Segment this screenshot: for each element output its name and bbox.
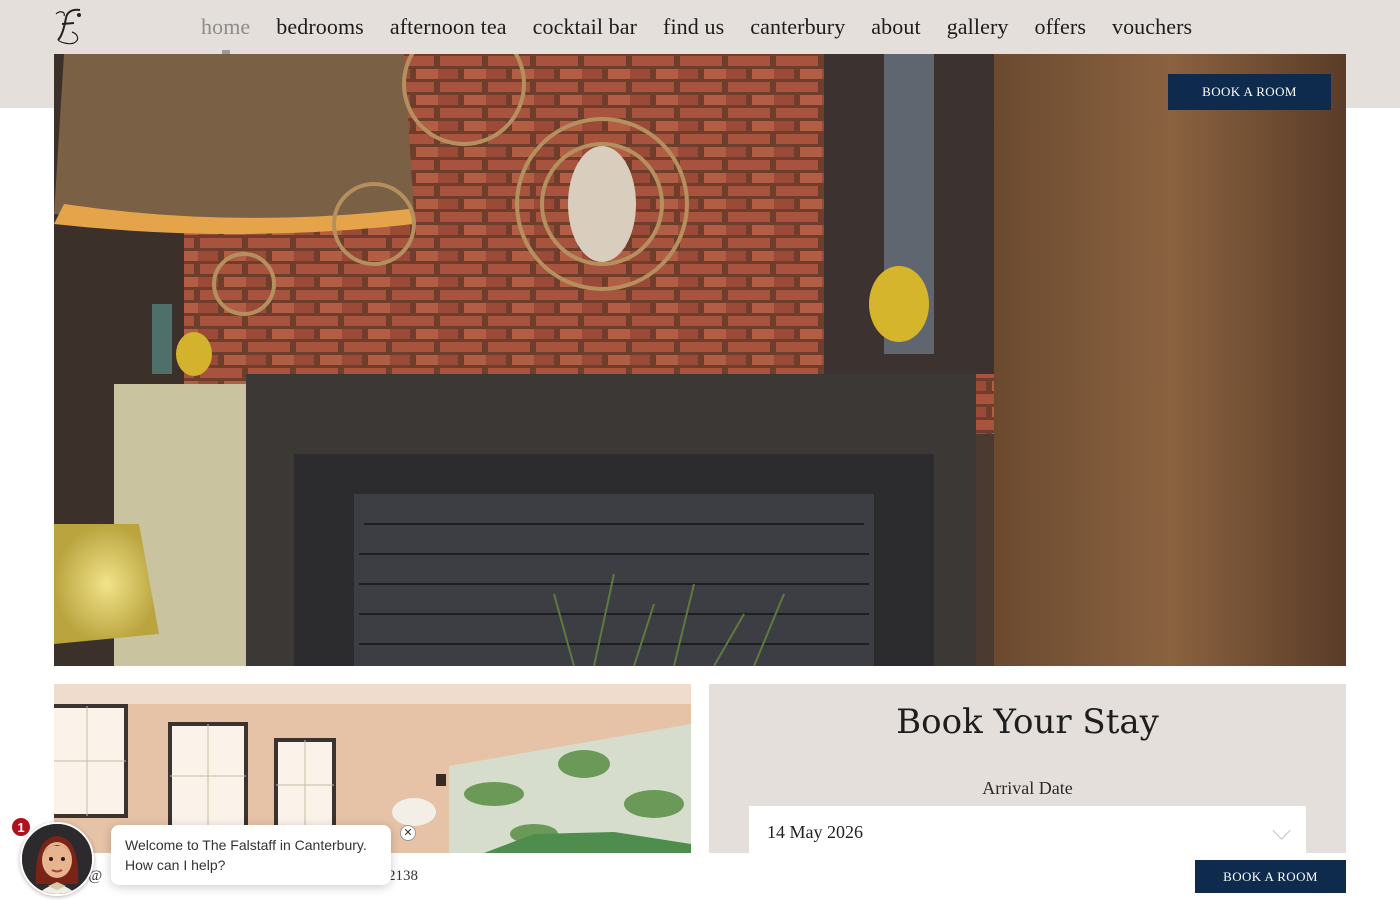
nav-offers[interactable]: offers [1021,14,1099,40]
footer-phone-link[interactable]: 2138 [388,868,418,885]
nav-home[interactable]: home [188,14,263,40]
chat-notification-badge: 1 [10,816,32,838]
arrival-date-value: 14 May 2026 [767,822,863,842]
close-icon[interactable]: ✕ [400,825,416,841]
nav-bedrooms[interactable]: bedrooms [263,14,377,40]
falstaff-logo[interactable] [52,6,86,46]
nav-cocktail-bar[interactable]: cocktail bar [520,14,650,40]
chat-message-line1: Welcome to The Falstaff in Canterbury. [125,837,367,853]
booking-title: Book Your Stay [896,702,1159,742]
chat-message-line2: How can I help? [125,857,226,873]
main-nav: home bedrooms afternoon tea cocktail bar… [188,10,1205,44]
nav-gallery[interactable]: gallery [934,14,1022,40]
hero-image-fireplace [54,54,1346,666]
chat-welcome-bubble[interactable]: Welcome to The Falstaff in Canterbury. H… [111,825,391,885]
footer-book-room-button[interactable]: BOOK A ROOM [1195,860,1346,893]
nav-vouchers[interactable]: vouchers [1099,14,1205,40]
nav-find-us[interactable]: find us [650,14,737,40]
arrival-date-select[interactable]: 14 May 2026 [749,806,1306,853]
nav-canterbury[interactable]: canterbury [737,14,858,40]
nav-about[interactable]: about [858,14,933,40]
hero-book-room-button[interactable]: BOOK A ROOM [1168,74,1331,110]
chevron-down-icon [1272,821,1291,840]
chat-avatar[interactable] [20,822,94,896]
nav-afternoon-tea[interactable]: afternoon tea [377,14,520,40]
arrival-date-label: Arrival Date [982,778,1073,798]
booking-panel: Book Your Stay Arrival Date 14 May 2026 [709,684,1346,853]
